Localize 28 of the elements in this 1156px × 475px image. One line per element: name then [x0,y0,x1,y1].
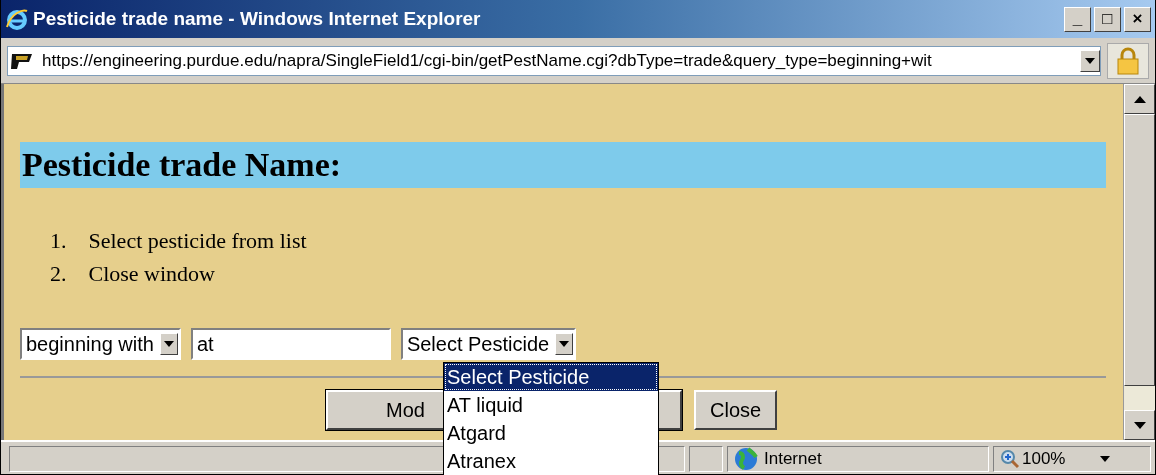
security-zone: Internet [727,446,989,472]
scroll-down-icon[interactable] [1124,410,1155,440]
globe-icon [734,447,758,471]
instruction-text: Select pesticide from list [88,227,307,254]
instruction-text: Close window [88,260,215,287]
zoom-level[interactable]: 100% [993,446,1151,472]
dropdown-option[interactable]: Atranex [444,447,658,475]
window-title: Pesticide trade name - Windows Internet Explorer [33,8,482,30]
scrollbar-thumb[interactable] [1124,114,1155,386]
list-number: 2. [50,260,67,287]
magnifier-icon [1000,449,1020,469]
page-heading: Pesticide trade Name: [20,142,1106,188]
maximize-button[interactable]: □ [1094,6,1121,32]
minimize-button[interactable]: _ [1064,6,1091,32]
pesticide-select[interactable]: Select Pesticide [400,328,577,360]
close-button[interactable]: Close [694,390,778,430]
match-select[interactable]: beginning with [20,328,181,360]
dropdown-option[interactable]: AT liquid [444,391,658,419]
query-field[interactable]: at [190,328,391,360]
browser-logo-icon [5,7,29,31]
close-button[interactable]: × [1124,6,1151,32]
address-field[interactable]: https://engineering.purdue.edu/napra/SingleField1/cgi-bin/getPestName.cgi?dbType=trade&query_type=beginning+wit [7,45,1101,76]
dropdown-option[interactable]: Select Pesticide [444,363,658,391]
list-number: 1. [50,227,67,254]
padlock-icon [1117,46,1139,75]
caret-icon [1100,456,1110,462]
scroll-up-icon[interactable] [1124,84,1155,114]
dropdown-option[interactable]: Atgard [444,419,658,447]
